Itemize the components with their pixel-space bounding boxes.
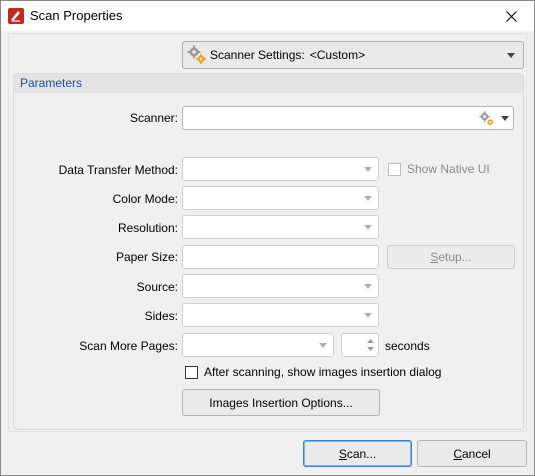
scanner-settings-value: <Custom> [309, 48, 366, 62]
scan-more-pages-dropdown[interactable] [182, 333, 334, 357]
source-dropdown[interactable] [182, 274, 379, 298]
setup-label: etup... [438, 250, 472, 264]
gear-icon [187, 45, 206, 64]
setup-button[interactable]: Setup... [387, 245, 515, 269]
chevron-down-icon [319, 343, 327, 348]
setup-mnemonic: S [430, 250, 439, 264]
chevron-down-icon [364, 284, 372, 289]
title-bar: Scan Properties [1, 1, 534, 31]
cancel-button[interactable]: Cancel [417, 440, 527, 467]
after-scanning-label: After scanning, show images insertion di… [204, 365, 442, 379]
pdf-xchange-icon [8, 8, 24, 24]
parameters-title: Parameters [20, 76, 83, 90]
scanner-settings-label: Scanner Settings: [210, 48, 305, 62]
paper-size-field[interactable] [182, 245, 379, 269]
window-title: Scan Properties [30, 8, 123, 23]
chevron-down-icon [501, 116, 509, 121]
scanner-settings-dropdown[interactable]: Scanner Settings: <Custom> [182, 41, 524, 69]
scan-more-pages-label: Scan More Pages: [79, 339, 178, 353]
sides-dropdown[interactable] [182, 303, 379, 327]
cancel-mnemonic: C [453, 446, 462, 461]
after-scanning-checkbox[interactable] [185, 366, 198, 379]
chevron-down-icon [364, 225, 372, 230]
scanner-label: Scanner: [129, 111, 178, 125]
color-mode-label: Color Mode: [112, 192, 178, 206]
chevron-down-icon [364, 167, 372, 172]
chevron-down-icon [507, 53, 515, 58]
close-icon [505, 10, 517, 22]
scan-mnemonic: S [338, 446, 347, 461]
chevron-down-icon [364, 196, 372, 201]
close-button[interactable] [488, 1, 534, 31]
show-native-ui-label: Show Native UI [407, 162, 490, 176]
scan-properties-dialog: Scan Properties Scanner Settings: <Custo… [0, 0, 535, 476]
data-transfer-method-label: Data Transfer Method: [58, 163, 178, 177]
resolution-dropdown[interactable] [182, 215, 379, 239]
scan-label: can... [346, 446, 377, 461]
cancel-label: ancel [461, 446, 491, 461]
spinner-down-icon[interactable] [367, 347, 374, 351]
gear-icon [479, 111, 493, 125]
images-insertion-options-button[interactable]: Images Insertion Options... [182, 389, 380, 416]
data-transfer-method-dropdown[interactable] [182, 157, 379, 181]
resolution-label: Resolution: [117, 221, 178, 235]
spinner-up-icon[interactable] [367, 339, 374, 343]
scanner-dropdown[interactable] [182, 106, 514, 130]
show-native-ui-checkbox[interactable] [388, 163, 401, 176]
chevron-down-icon [364, 313, 372, 318]
parameters-header [14, 74, 523, 93]
paper-size-label: Paper Size: [115, 250, 178, 264]
scan-button[interactable]: Scan... [303, 440, 412, 467]
sides-label: Sides: [144, 309, 178, 323]
seconds-spinner[interactable] [341, 333, 379, 357]
seconds-label: seconds [385, 339, 430, 353]
source-label: Source: [136, 280, 178, 294]
color-mode-dropdown[interactable] [182, 186, 379, 210]
